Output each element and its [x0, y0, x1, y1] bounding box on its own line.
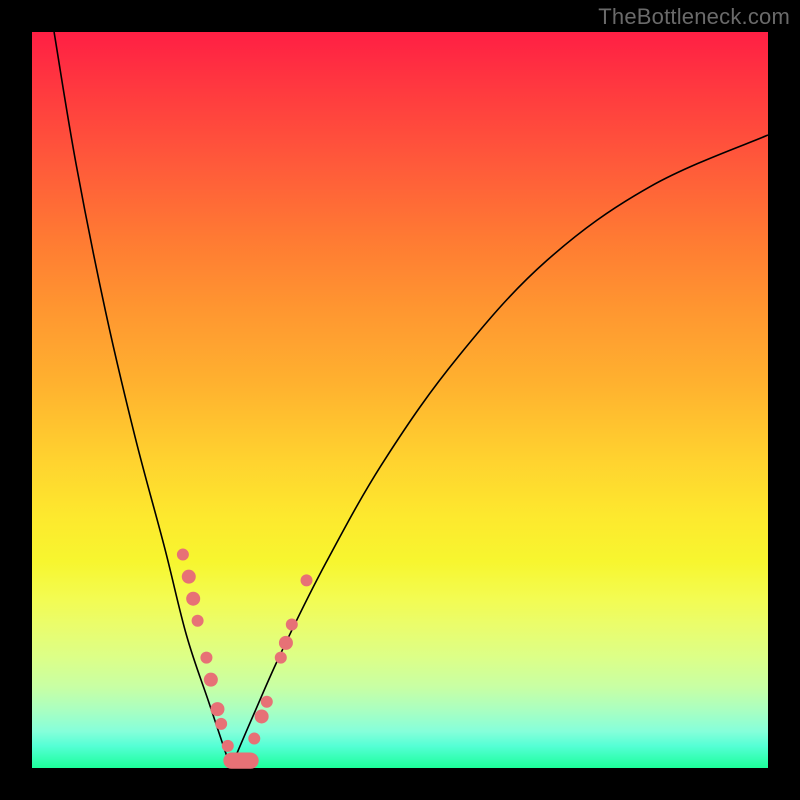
bead-marker [248, 733, 260, 745]
bead-bottom-band [223, 753, 258, 769]
bead-marker [192, 615, 204, 627]
bead-marker [182, 570, 196, 584]
bead-marker [215, 718, 227, 730]
bead-marker [186, 592, 200, 606]
bead-marker [275, 652, 287, 664]
bead-marker [255, 709, 269, 723]
curve-right [231, 135, 768, 768]
bead-marker [301, 574, 313, 586]
bead-marker [177, 549, 189, 561]
bead-marker [210, 702, 224, 716]
plot-area [32, 32, 768, 768]
curve-layer [32, 32, 768, 768]
bead-marker [261, 696, 273, 708]
bead-marker [222, 740, 234, 752]
bead-marker [286, 618, 298, 630]
chart-frame: TheBottleneck.com [0, 0, 800, 800]
bead-marker [204, 673, 218, 687]
watermark-text: TheBottleneck.com [598, 4, 790, 30]
bead-marker [200, 652, 212, 664]
bead-marker [279, 636, 293, 650]
bead-cluster [177, 549, 313, 752]
